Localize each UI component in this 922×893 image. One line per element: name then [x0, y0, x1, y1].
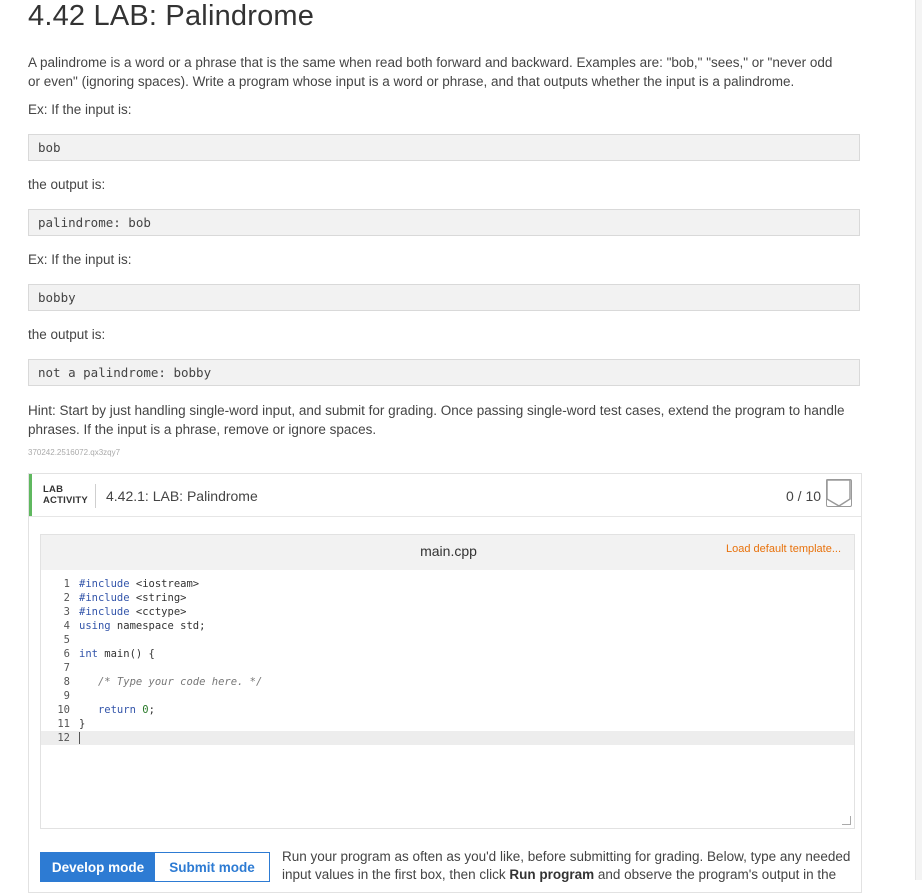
mode-toggle: Develop mode Submit mode: [40, 852, 270, 882]
example-1-output-box: palindrome: bob: [28, 209, 860, 236]
lab-score: 0 / 10: [786, 488, 822, 504]
code-line[interactable]: 2 #include <string>: [41, 591, 854, 605]
lab-tag-line2: ACTIVITY: [43, 495, 88, 506]
line-number: 2: [63, 592, 70, 604]
code-line[interactable]: 7: [41, 661, 854, 675]
code-line[interactable]: 6 int main() {: [41, 647, 854, 661]
code-text: #include <iostream>: [79, 578, 200, 590]
run-instructions: Run your program as often as you'd like,…: [282, 848, 857, 884]
code-text: }: [79, 718, 86, 730]
code-text: using namespace std;: [79, 620, 206, 632]
example-2-output-label: the output is:: [28, 327, 106, 342]
code-text: return 0;: [97, 704, 155, 716]
example-2-input-box: bobby: [28, 284, 860, 311]
code-line[interactable]: 5: [41, 633, 854, 647]
lab-accent-bar: [29, 474, 32, 516]
lab-header: LAB ACTIVITY 4.42.1: LAB: Palindrome 0 /…: [29, 474, 861, 517]
page-title: 4.42 LAB: Palindrome: [28, 0, 315, 32]
code-line-active[interactable]: 12: [41, 731, 854, 745]
code-text: #include <cctype>: [79, 606, 187, 618]
completion-badge-icon: [825, 478, 852, 507]
code-editor-panel: main.cpp Load default template... 1 #inc…: [40, 534, 855, 829]
line-number: 11: [57, 718, 70, 730]
example-2-output-box: not a palindrome: bobby: [28, 359, 860, 386]
code-line[interactable]: 9: [41, 689, 854, 703]
example-1-output-label: the output is:: [28, 177, 106, 192]
scrollbar-track[interactable]: [915, 0, 922, 880]
code-line[interactable]: 1 #include <iostream>: [41, 577, 854, 591]
code-text: [79, 731, 80, 745]
lab-activity-panel: LAB ACTIVITY 4.42.1: LAB: Palindrome 0 /…: [28, 473, 862, 893]
line-number: 7: [63, 662, 70, 674]
line-number: 1: [63, 578, 70, 590]
example-1-input-label: Ex: If the input is:: [28, 102, 132, 117]
line-number: 8: [63, 676, 70, 688]
lab-title: 4.42.1: LAB: Palindrome: [106, 488, 258, 504]
code-text: /* Type your code here. */: [97, 676, 263, 688]
text-cursor: [79, 732, 80, 744]
code-line[interactable]: 11 }: [41, 717, 854, 731]
load-default-template-link[interactable]: Load default template...: [726, 543, 841, 555]
code-line[interactable]: 4 using namespace std;: [41, 619, 854, 633]
line-number: 5: [63, 634, 70, 646]
code-text: int main() {: [79, 648, 155, 660]
code-line[interactable]: 3 #include <cctype>: [41, 605, 854, 619]
line-number: 4: [63, 620, 70, 632]
line-number: 12: [57, 732, 70, 744]
example-1-input-box: bob: [28, 134, 860, 161]
code-editor[interactable]: 1 #include <iostream> 2 #include <string…: [41, 570, 854, 828]
code-text: #include <string>: [79, 592, 187, 604]
line-number: 9: [63, 690, 70, 702]
hint-text: Hint: Start by just handling single-word…: [28, 403, 845, 437]
description-text: A palindrome is a word or a phrase that …: [28, 55, 833, 89]
resize-handle-icon[interactable]: [842, 816, 851, 825]
code-line[interactable]: 10 return 0;: [41, 703, 854, 717]
activity-id: 370242.2516072.qx3zqy7: [28, 448, 121, 457]
lab-tag-line1: LAB: [43, 484, 64, 495]
line-number: 6: [63, 648, 70, 660]
line-number: 10: [57, 704, 70, 716]
develop-mode-button[interactable]: Develop mode: [41, 853, 155, 881]
lab-header-divider: [95, 484, 96, 508]
lab-activity-tag: LAB ACTIVITY: [43, 484, 88, 506]
submit-mode-button[interactable]: Submit mode: [155, 853, 269, 881]
line-number: 3: [63, 606, 70, 618]
page: 4.42 LAB: Palindrome A palindrome is a w…: [0, 0, 922, 893]
example-2-input-label: Ex: If the input is:: [28, 252, 132, 267]
code-line[interactable]: 8 /* Type your code here. */: [41, 675, 854, 689]
